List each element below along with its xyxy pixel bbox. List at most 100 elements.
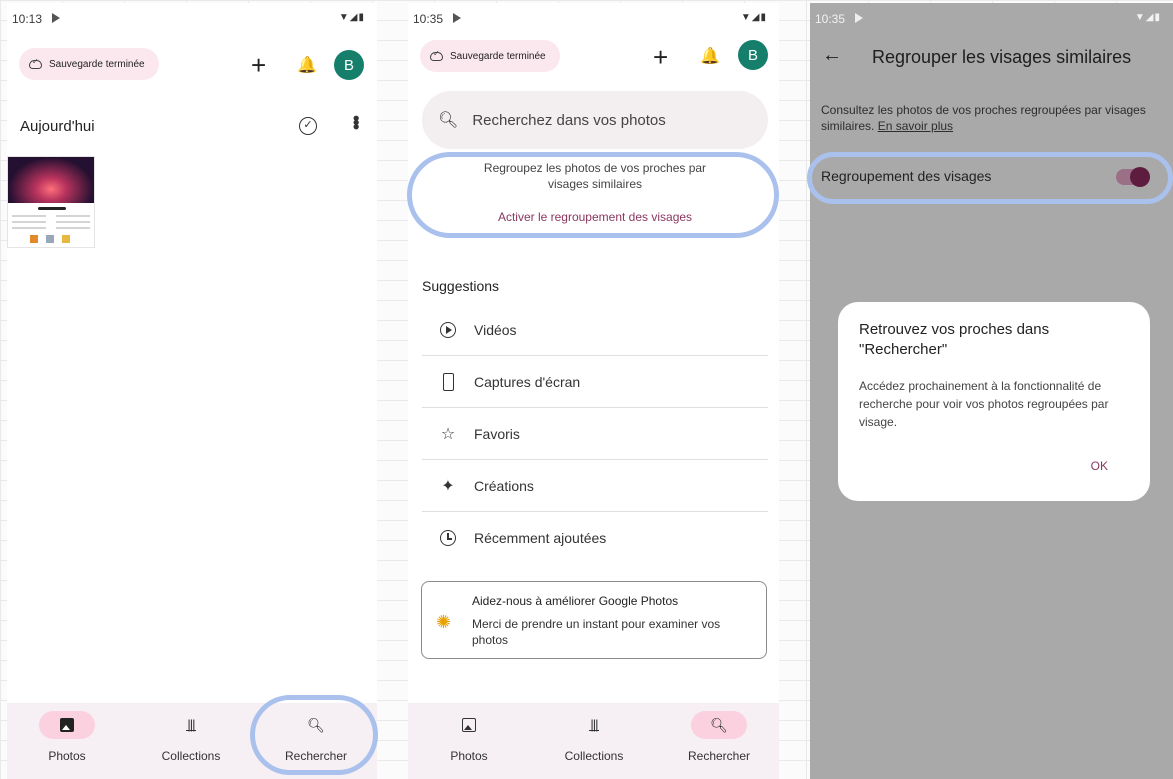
page-title: Regrouper les visages similaires bbox=[872, 47, 1132, 67]
system-icons: ▼◢▮ bbox=[338, 12, 365, 23]
learn-more-link[interactable]: En savoir plus bbox=[878, 119, 953, 133]
nav-collections-pill: ||| bbox=[163, 711, 219, 739]
face-grouping-toggle-label: Regroupement des visages bbox=[821, 168, 992, 184]
pinwheel-logo-icon: ✺ bbox=[436, 612, 452, 632]
suggestion-label: Captures d'écran bbox=[474, 373, 581, 390]
screenshot-icon bbox=[442, 372, 454, 391]
info-dialog: Retrouvez vos proches dans "Rechercher" … bbox=[838, 302, 1150, 501]
suggestion-label: Récemment ajoutées bbox=[474, 530, 607, 546]
screen-photos: 10:13 ▼◢▮ Sauvegarde terminée + 🔔 B Aujo… bbox=[7, 3, 377, 779]
play-store-icon bbox=[52, 13, 60, 23]
nav-search-label: Rechercher bbox=[284, 749, 348, 763]
status-time: 10:35 bbox=[413, 12, 444, 26]
avatar[interactable]: B bbox=[334, 50, 364, 80]
nav-photos-label: Photos bbox=[48, 749, 86, 763]
bell-icon[interactable]: 🔔 bbox=[297, 55, 317, 75]
photo-icon bbox=[60, 718, 74, 732]
screen-search: 10:35 ▼◢▮ Sauvegarde terminée + 🔔 B 🔍︎ R… bbox=[408, 3, 779, 779]
nav-search[interactable]: 🔍︎ Rechercher bbox=[271, 711, 361, 764]
suggestion-label: Vidéos bbox=[474, 321, 517, 338]
add-button[interactable]: + bbox=[251, 52, 266, 78]
nav-collections[interactable]: ||| Collections bbox=[549, 711, 639, 764]
nav-search[interactable]: 🔍︎ Rechercher bbox=[674, 711, 764, 763]
cloud-check-icon bbox=[29, 57, 42, 69]
suggestion-recent[interactable]: Récemment ajoutées bbox=[422, 512, 768, 564]
thumbnail-line bbox=[12, 215, 46, 217]
system-icons: ▼◢▮ bbox=[740, 12, 767, 23]
nav-collections-label: Collections bbox=[564, 749, 624, 763]
backup-status-chip[interactable]: Sauvegarde terminée bbox=[420, 40, 560, 72]
collections-icon: ||| bbox=[589, 716, 599, 732]
thumbnail-line bbox=[12, 221, 46, 223]
bottom-navigation: Photos ||| Collections 🔍︎ Rechercher bbox=[408, 703, 779, 779]
thumbnail-line bbox=[12, 227, 46, 229]
back-arrow-icon[interactable]: ← bbox=[822, 44, 842, 67]
feedback-body: Merci de prendre un instant pour examine… bbox=[472, 617, 721, 647]
status-time: 10:13 bbox=[12, 12, 43, 26]
thumbnail-line bbox=[56, 221, 90, 223]
dialog-title: Retrouvez vos proches dans "Rechercher" bbox=[859, 321, 1050, 358]
suggestion-favorites[interactable]: ☆ Favoris bbox=[422, 408, 768, 460]
dialog-body: Accédez prochainement à la fonctionnalit… bbox=[859, 379, 1109, 429]
collections-icon: ||| bbox=[186, 716, 196, 732]
face-grouping-prompt: Regroupez les photos de vos proches par … bbox=[422, 160, 768, 224]
search-placeholder: Recherchez dans vos photos bbox=[472, 111, 666, 129]
more-options-icon[interactable]: ••• bbox=[345, 115, 366, 128]
photo-thumbnail[interactable] bbox=[7, 156, 95, 248]
settings-description: Consultez les photos de vos proches regr… bbox=[821, 102, 1163, 134]
thumbnail-line bbox=[56, 215, 90, 217]
cloud-check-icon bbox=[430, 49, 443, 61]
thumbnail-line bbox=[56, 227, 90, 229]
nav-collections-label: Collections bbox=[161, 749, 221, 763]
nav-collections[interactable]: ||| Collections bbox=[146, 711, 236, 764]
system-icons: ▼◢▮ bbox=[1134, 12, 1161, 23]
avatar[interactable]: B bbox=[738, 40, 768, 70]
enable-face-grouping-link[interactable]: Activer le regroupement des visages bbox=[422, 210, 768, 224]
thumbnail-image-top bbox=[8, 157, 94, 203]
bell-icon[interactable]: 🔔 bbox=[700, 46, 720, 66]
search-icon: 🔍︎ bbox=[438, 112, 459, 129]
search-input[interactable]: 🔍︎ Recherchez dans vos photos bbox=[422, 91, 768, 149]
nav-search-pill: 🔍︎ bbox=[691, 711, 747, 739]
nav-search-pill: 🔍︎ bbox=[288, 711, 344, 739]
suggestion-videos[interactable]: Vidéos bbox=[422, 304, 768, 356]
toggle-knob bbox=[1130, 167, 1150, 187]
status-bar: 10:35 ▼◢▮ bbox=[815, 12, 1161, 28]
suggestion-label: Favoris bbox=[474, 425, 520, 442]
suggestion-creations[interactable]: ✦ Créations bbox=[422, 460, 768, 512]
sparkle-icon: ✦ bbox=[441, 477, 455, 495]
backup-status-chip[interactable]: Sauvegarde terminée bbox=[19, 48, 159, 80]
nav-photos-pill bbox=[441, 711, 497, 739]
face-grouping-message: Regroupez les photos de vos proches par … bbox=[483, 161, 707, 191]
photo-icon bbox=[462, 718, 476, 732]
nav-collections-pill: ||| bbox=[566, 711, 622, 739]
status-bar: 10:13 ▼◢▮ bbox=[12, 12, 365, 28]
suggestion-label: Créations bbox=[474, 477, 534, 494]
nav-photos-pill bbox=[39, 711, 95, 739]
select-check-icon[interactable]: ✓ bbox=[299, 117, 317, 135]
nav-search-label: Rechercher bbox=[687, 749, 751, 763]
add-button[interactable]: + bbox=[653, 44, 668, 70]
feedback-title: Aidez-nous à améliorer Google Photos bbox=[472, 594, 679, 608]
status-bar: 10:35 ▼◢▮ bbox=[413, 12, 767, 28]
face-grouping-toggle[interactable] bbox=[1116, 167, 1150, 187]
thumbnail-square bbox=[46, 235, 54, 243]
screen-face-grouping-settings: 10:35 ▼◢▮ ← Regrouper les visages simila… bbox=[810, 3, 1173, 779]
thumbnail-square bbox=[62, 235, 70, 243]
suggestions-heading: Suggestions bbox=[422, 278, 500, 294]
suggestion-screenshots[interactable]: Captures d'écran bbox=[422, 356, 768, 408]
nav-photos[interactable]: Photos bbox=[22, 711, 112, 763]
backup-status-label: Sauvegarde terminée bbox=[49, 58, 145, 70]
search-icon: 🔍︎ bbox=[710, 716, 728, 733]
video-icon bbox=[440, 321, 456, 338]
search-icon: 🔍︎ bbox=[307, 716, 325, 733]
star-icon: ☆ bbox=[440, 425, 456, 443]
backup-status-label: Sauvegarde terminée bbox=[450, 50, 546, 62]
description-text: Consultez les photos de vos proches regr… bbox=[821, 103, 1146, 133]
status-time: 10:35 bbox=[815, 12, 846, 26]
feedback-card[interactable]: ✺ Aidez-nous à améliorer Google Photos M… bbox=[421, 581, 767, 659]
thumbnail-square bbox=[30, 235, 38, 243]
dialog-ok-button[interactable]: OK bbox=[1091, 459, 1108, 473]
nav-photos[interactable]: Photos bbox=[424, 711, 514, 763]
suggestions-list: Vidéos Captures d'écran ☆ Favoris ✦ Créa… bbox=[422, 304, 768, 564]
